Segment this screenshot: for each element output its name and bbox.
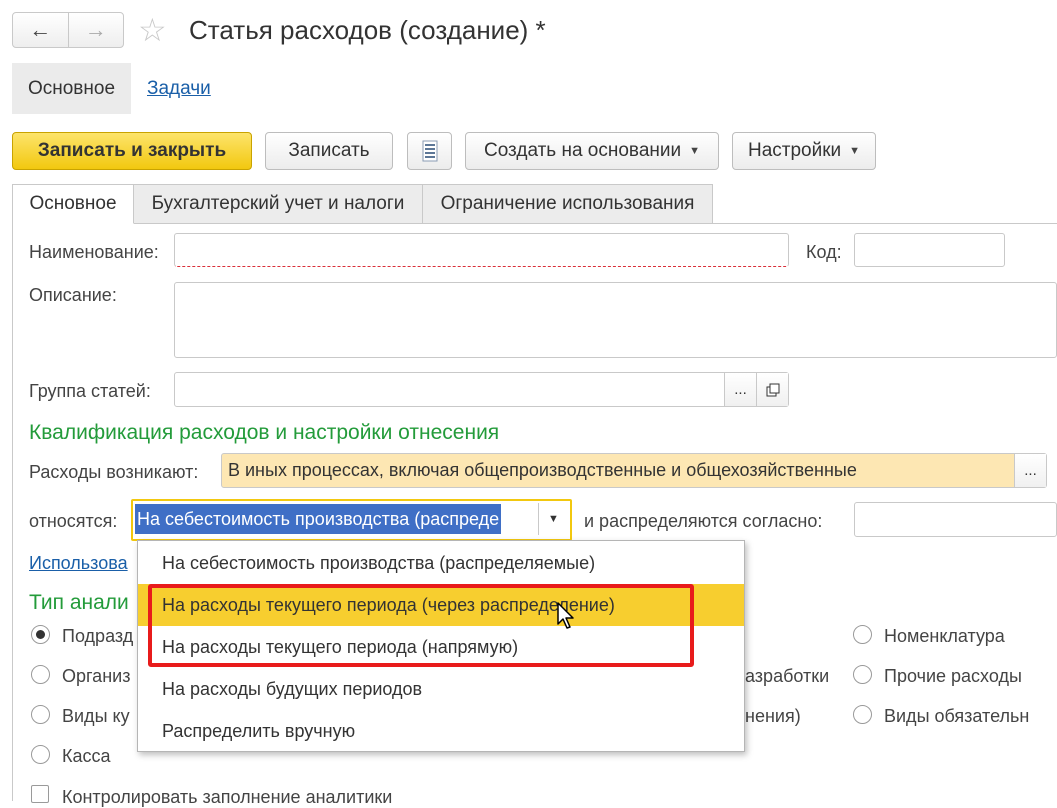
open-window-icon [766,383,779,396]
settings-button[interactable]: Настройки ▼ [732,132,876,170]
middle-fragment-1: азработки [745,666,830,686]
group-input[interactable] [175,373,724,406]
radio-obligation-types-label: Виды обязательн [884,706,1030,726]
radio-obligation-types[interactable] [853,705,872,724]
forward-button[interactable]: → [67,13,124,47]
arise-field: В иных процессах, включая общепроизводст… [221,453,1047,488]
qualification-heading: Квалификация расходов и настройки отнесе… [29,421,500,444]
group-label: Группа статей: [29,381,151,401]
distributed-label: и распределяются согласно: [584,511,823,531]
tab-usage-restriction[interactable]: Ограничение использования [423,184,713,224]
radio-subdivision-label: Подразд [62,626,134,646]
usage-link[interactable]: Использова [29,553,128,574]
tab-main[interactable]: Основное [12,184,134,224]
document-list-icon [422,140,437,162]
radio-other-expenses[interactable] [853,665,872,684]
annotation-highlight-box [148,584,694,667]
save-and-close-button[interactable]: Записать и закрыть [12,132,252,170]
tab-divider [135,223,1057,224]
create-based-on-button[interactable]: Создать на основании ▼ [465,132,719,170]
name-label: Наименование: [29,242,159,262]
chevron-down-icon: ▼ [548,513,559,525]
radio-cash-label: Касса [62,746,111,766]
distributed-input[interactable] [854,502,1057,537]
control-analytics-checkbox[interactable] [31,785,49,803]
attribute-select[interactable]: На себестоимость производства (распреде [135,504,536,534]
radio-selected-dot [36,630,45,639]
group-field: ... [174,372,789,407]
favorite-star-icon[interactable]: ☆ [138,10,167,50]
radio-types-label: Виды ку [62,706,130,726]
page-title: Статья расходов (создание) * [189,15,546,45]
radio-nomenclature-label: Номенклатура [884,626,1005,646]
radio-organization-label: Организ [62,666,131,686]
name-input[interactable] [174,233,789,267]
attribute-dropdown-button[interactable]: ▼ [538,503,568,535]
tab-accounting-taxes[interactable]: Бухгалтерский учет и налоги [134,184,423,224]
caret-down-icon: ▼ [689,145,700,157]
dropdown-option[interactable]: На расходы будущих периодов [138,668,744,710]
dropdown-option[interactable]: На себестоимость производства (распредел… [138,542,744,584]
save-button[interactable]: Записать [265,132,393,170]
arrow-right-icon: → [84,17,107,42]
radio-types[interactable] [31,705,50,724]
radio-cash[interactable] [31,745,50,764]
arrow-left-icon: ← [29,17,52,42]
radio-subdivision[interactable] [31,625,50,644]
radio-organization[interactable] [31,665,50,684]
tab-pane-border [12,223,13,801]
tab-bar: Основное Бухгалтерский учет и налоги Огр… [12,184,713,224]
group-choose-button[interactable]: ... [724,373,756,406]
arise-choose-button[interactable]: ... [1014,454,1046,487]
document-list-button[interactable] [407,132,452,170]
section-main[interactable]: Основное [12,63,131,114]
arise-label: Расходы возникают: [29,462,199,482]
attribute-label: относятся: [29,511,118,531]
radio-nomenclature[interactable] [853,625,872,644]
history-nav: ← → [12,12,124,48]
arise-input[interactable]: В иных процессах, включая общепроизводст… [222,454,1014,487]
description-textarea[interactable] [174,282,1057,358]
middle-fragment-2: нения) [745,706,801,726]
settings-label: Настройки [747,140,842,161]
code-label: Код: [806,242,842,262]
dropdown-option[interactable]: Распределить вручную [138,710,744,752]
radio-other-expenses-label: Прочие расходы [884,666,1022,686]
caret-down-icon: ▼ [849,145,861,157]
code-input[interactable] [854,233,1005,267]
group-open-button[interactable] [756,373,788,406]
control-analytics-label: Контролировать заполнение аналитики [62,787,393,807]
mouse-cursor-icon [557,602,574,629]
analytics-heading: Тип анали [29,591,129,614]
attribute-select-value: На себестоимость производства (распреде [135,504,502,534]
back-button[interactable]: ← [13,13,68,47]
section-tasks-link[interactable]: Задачи [147,78,211,100]
create-based-on-label: Создать на основании [483,140,682,161]
description-label: Описание: [29,285,117,305]
